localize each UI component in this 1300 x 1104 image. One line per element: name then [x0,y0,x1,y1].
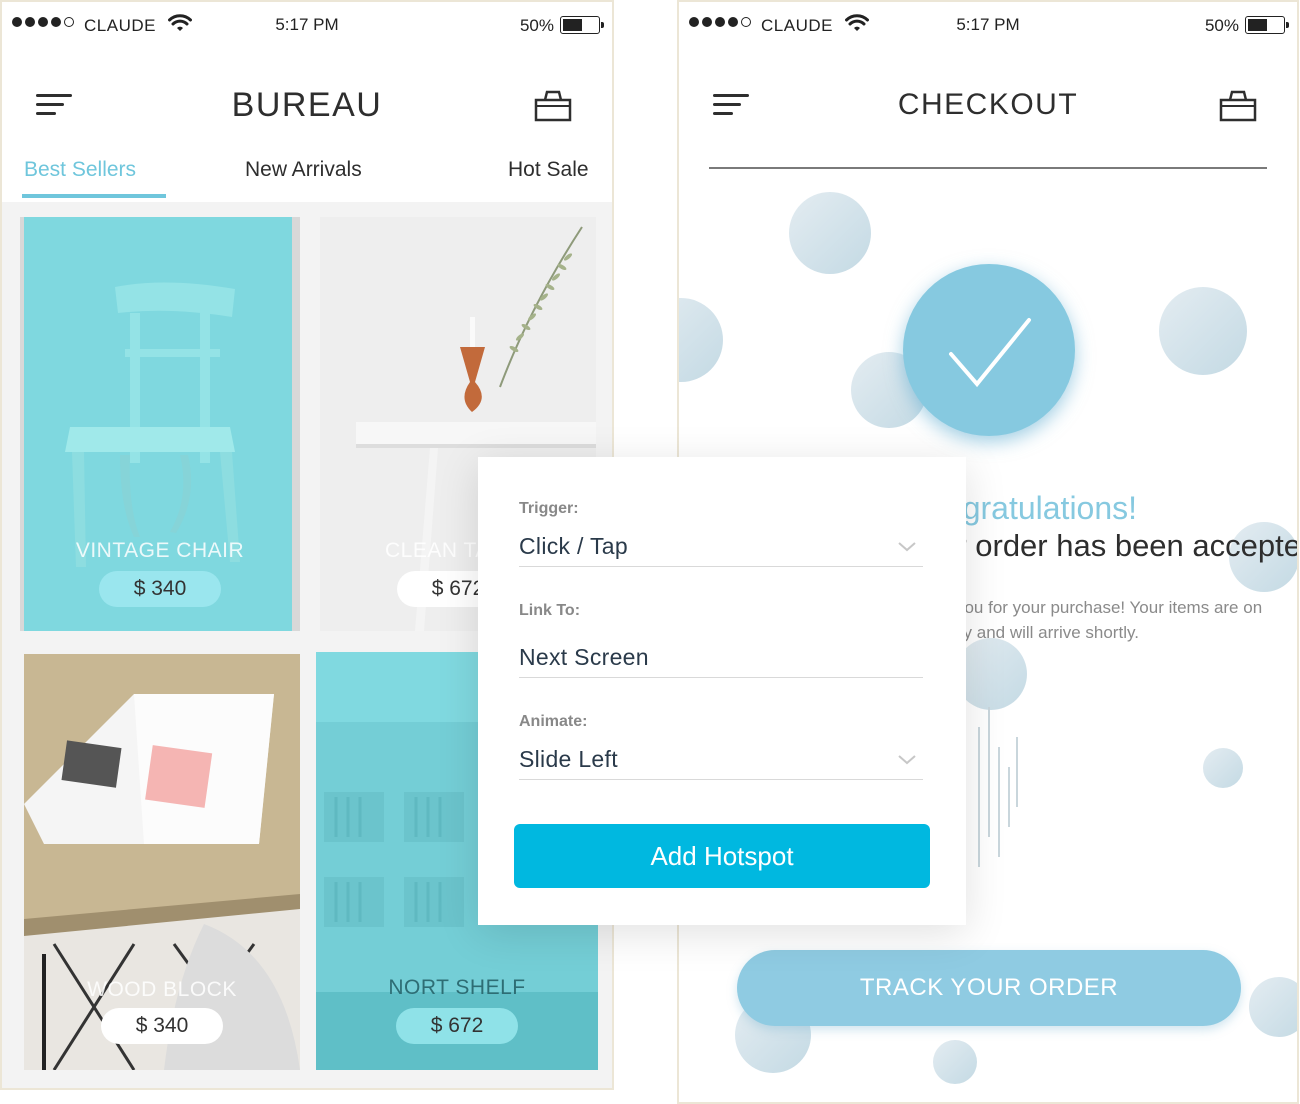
decorative-bubble [1203,748,1243,788]
shopping-bag-icon[interactable] [1219,88,1257,124]
battery-percent: 50% [1204,16,1239,35]
link-to-field[interactable]: Next Screen [519,644,923,678]
page-title: BUREAU [231,86,383,124]
shop-navbar: BUREAU [2,72,612,142]
link-to-label: Link To: [519,602,581,619]
trigger-value: Click / Tap [519,533,628,559]
active-tab-indicator [22,194,166,198]
tab-best-sellers[interactable]: Best Sellers [24,158,136,182]
battery-icon [1245,16,1289,34]
animate-value: Slide Left [519,746,618,772]
checkout-navbar: CHECKOUT [679,72,1297,142]
animate-label: Animate: [519,713,588,730]
chair-image [65,282,240,567]
add-hotspot-button[interactable]: Add Hotspot [514,824,930,888]
decorative-bubble [679,298,723,382]
decorative-lines [978,707,1018,867]
shopping-bag-icon[interactable] [534,88,572,124]
decorative-bubble [1159,287,1247,375]
success-badge [903,264,1075,436]
category-tabs: Best Sellers New Arrivals Hot Sale [2,152,612,202]
trigger-select[interactable]: Click / Tap [519,533,923,567]
tab-new-arrivals[interactable]: New Arrivals [245,158,362,182]
decorative-bubble [933,1040,977,1084]
product-name: NORT SHELF [388,976,526,999]
battery-percent: 50% [519,16,554,35]
product-card[interactable]: VINTAGE CHAIR $ 340 [20,217,300,631]
price-badge: $ 340 [101,1008,223,1044]
trigger-label: Trigger: [519,500,579,517]
product-name: VINTAGE CHAIR [75,539,245,562]
track-order-button[interactable]: TRACK YOUR ORDER [737,950,1241,1026]
page-title: CHECKOUT [897,88,1079,121]
animate-select[interactable]: Slide Left [519,746,923,780]
decorative-bubble [789,192,871,274]
chevron-down-icon [898,542,916,552]
checkmark-icon [949,318,1031,388]
status-bar: CLAUDE 5:17 PM 50% [2,10,612,40]
product-card[interactable]: WOOD BLOCK $ 340 [24,654,300,1070]
hotspot-panel: Trigger: Click / Tap Link To: Next Scree… [478,457,966,925]
status-bar: CLAUDE 5:17 PM 50% [679,10,1297,40]
product-name: WOOD BLOCK [87,978,237,1001]
chevron-down-icon [898,755,916,765]
price-badge: $ 340 [99,571,221,607]
tab-hot-sale[interactable]: Hot Sale [508,158,589,182]
divider [709,167,1267,169]
decorative-bubble [1249,977,1297,1037]
link-to-value: Next Screen [519,644,649,670]
price-badge: $ 672 [396,1008,518,1044]
battery-icon [560,16,604,34]
